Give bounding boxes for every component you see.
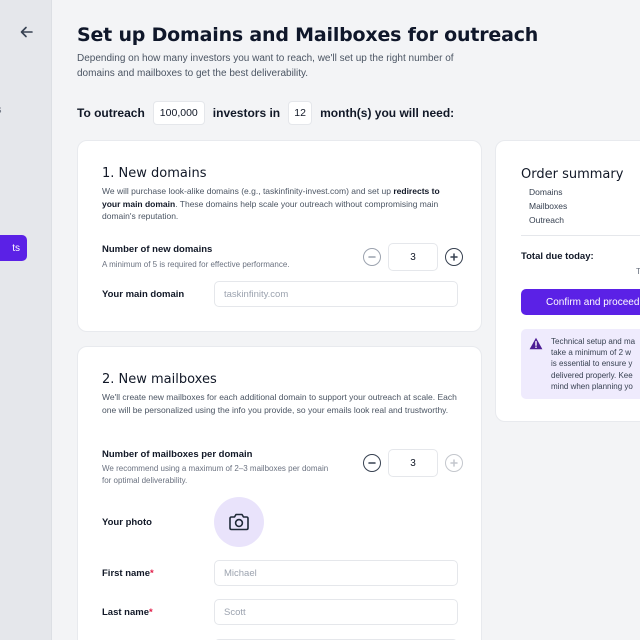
domain-count-stepper: 3 bbox=[363, 243, 463, 271]
main-domain-input[interactable]: taskinfinity.com bbox=[214, 281, 458, 307]
new-mailboxes-title: 2. New mailboxes bbox=[102, 372, 217, 387]
new-domains-title: 1. New domains bbox=[102, 166, 207, 181]
order-line-domains: Domains bbox=[529, 187, 563, 197]
main-domain-label: Your main domain bbox=[102, 289, 185, 300]
plus-circle-icon bbox=[450, 253, 458, 261]
sidebar-item-active[interactable]: ts bbox=[0, 235, 27, 261]
mailbox-decrement-button[interactable] bbox=[363, 454, 381, 472]
sidebar-item-active-label: ts bbox=[12, 242, 20, 254]
last-name-label: Last name* bbox=[102, 607, 153, 618]
mailbox-count-hint: We recommend using a maximum of 2–3 mail… bbox=[102, 464, 329, 485]
plus-circle-icon bbox=[450, 459, 458, 467]
new-domains-description: We will purchase look-alike domains (e.g… bbox=[102, 185, 458, 223]
page-subtitle: Depending on how many investors you want… bbox=[77, 53, 454, 79]
first-name-label-text: First name bbox=[102, 568, 151, 579]
mailbox-count-label: Number of mailboxes per domain bbox=[102, 449, 253, 460]
main-content: Set up Domains and Mailboxes for outreac… bbox=[52, 0, 640, 640]
first-name-label: First name* bbox=[102, 568, 154, 579]
domain-increment-button[interactable] bbox=[445, 248, 463, 266]
investors-input[interactable]: 100,000 bbox=[152, 101, 205, 125]
domain-count-label: Number of new domains bbox=[102, 244, 213, 255]
new-domains-card: 1. New domains We will purchase look-ali… bbox=[77, 140, 482, 332]
setup-time-alert-text: Technical setup and ma take a minimum of… bbox=[551, 337, 636, 391]
divider bbox=[521, 235, 640, 236]
total-due-value: Th bbox=[636, 266, 640, 276]
camera-icon bbox=[229, 513, 249, 531]
sidebar: s ts bbox=[0, 0, 52, 640]
outreach-row: To outreach 100,000 investors in 12 mont… bbox=[77, 101, 454, 125]
outreach-suffix: month(s) you will need: bbox=[320, 106, 455, 120]
new-mailboxes-card: 2. New mailboxes We'll create new mailbo… bbox=[77, 346, 482, 640]
photo-upload-button[interactable] bbox=[214, 497, 264, 547]
new-mailboxes-description: We'll create new mailboxes for each addi… bbox=[102, 392, 457, 415]
mailbox-count-stepper: 3 bbox=[363, 449, 463, 477]
back-button[interactable] bbox=[17, 22, 37, 42]
months-input[interactable]: 12 bbox=[288, 101, 313, 125]
mailbox-increment-button[interactable] bbox=[445, 454, 463, 472]
confirm-proceed-button[interactable]: Confirm and proceed bbox=[521, 289, 640, 315]
outreach-prefix: To outreach bbox=[77, 106, 145, 120]
domain-count-input[interactable]: 3 bbox=[388, 243, 438, 271]
page-title: Set up Domains and Mailboxes for outreac… bbox=[77, 24, 539, 46]
desc-text: We will purchase look-alike domains (e.g… bbox=[102, 186, 394, 196]
domain-count-hint: A minimum of 5 is required for effective… bbox=[102, 260, 290, 269]
order-line-outreach: Outreach bbox=[529, 215, 564, 225]
domain-decrement-button[interactable] bbox=[363, 248, 381, 266]
sidebar-item-label[interactable]: s bbox=[0, 104, 2, 116]
first-name-input[interactable]: Michael bbox=[214, 560, 458, 586]
minus-circle-icon bbox=[368, 462, 376, 464]
order-line-mailboxes: Mailboxes bbox=[529, 201, 568, 211]
setup-time-alert: Technical setup and ma take a minimum of… bbox=[521, 329, 640, 399]
photo-label: Your photo bbox=[102, 517, 152, 528]
order-summary-title: Order summary bbox=[521, 167, 624, 182]
mailbox-count-input[interactable]: 3 bbox=[388, 449, 438, 477]
arrow-left-icon bbox=[20, 26, 33, 38]
required-mark: * bbox=[150, 568, 154, 579]
required-mark: * bbox=[149, 607, 153, 618]
last-name-label-text: Last name bbox=[102, 607, 149, 618]
order-summary-card: Order summary Domains Mailboxes Outreach… bbox=[495, 140, 640, 422]
last-name-input[interactable]: Scott bbox=[214, 599, 458, 625]
warning-triangle-icon bbox=[529, 337, 543, 350]
minus-circle-icon bbox=[368, 256, 376, 258]
total-due-label: Total due today: bbox=[521, 251, 594, 262]
outreach-middle: investors in bbox=[212, 106, 281, 120]
